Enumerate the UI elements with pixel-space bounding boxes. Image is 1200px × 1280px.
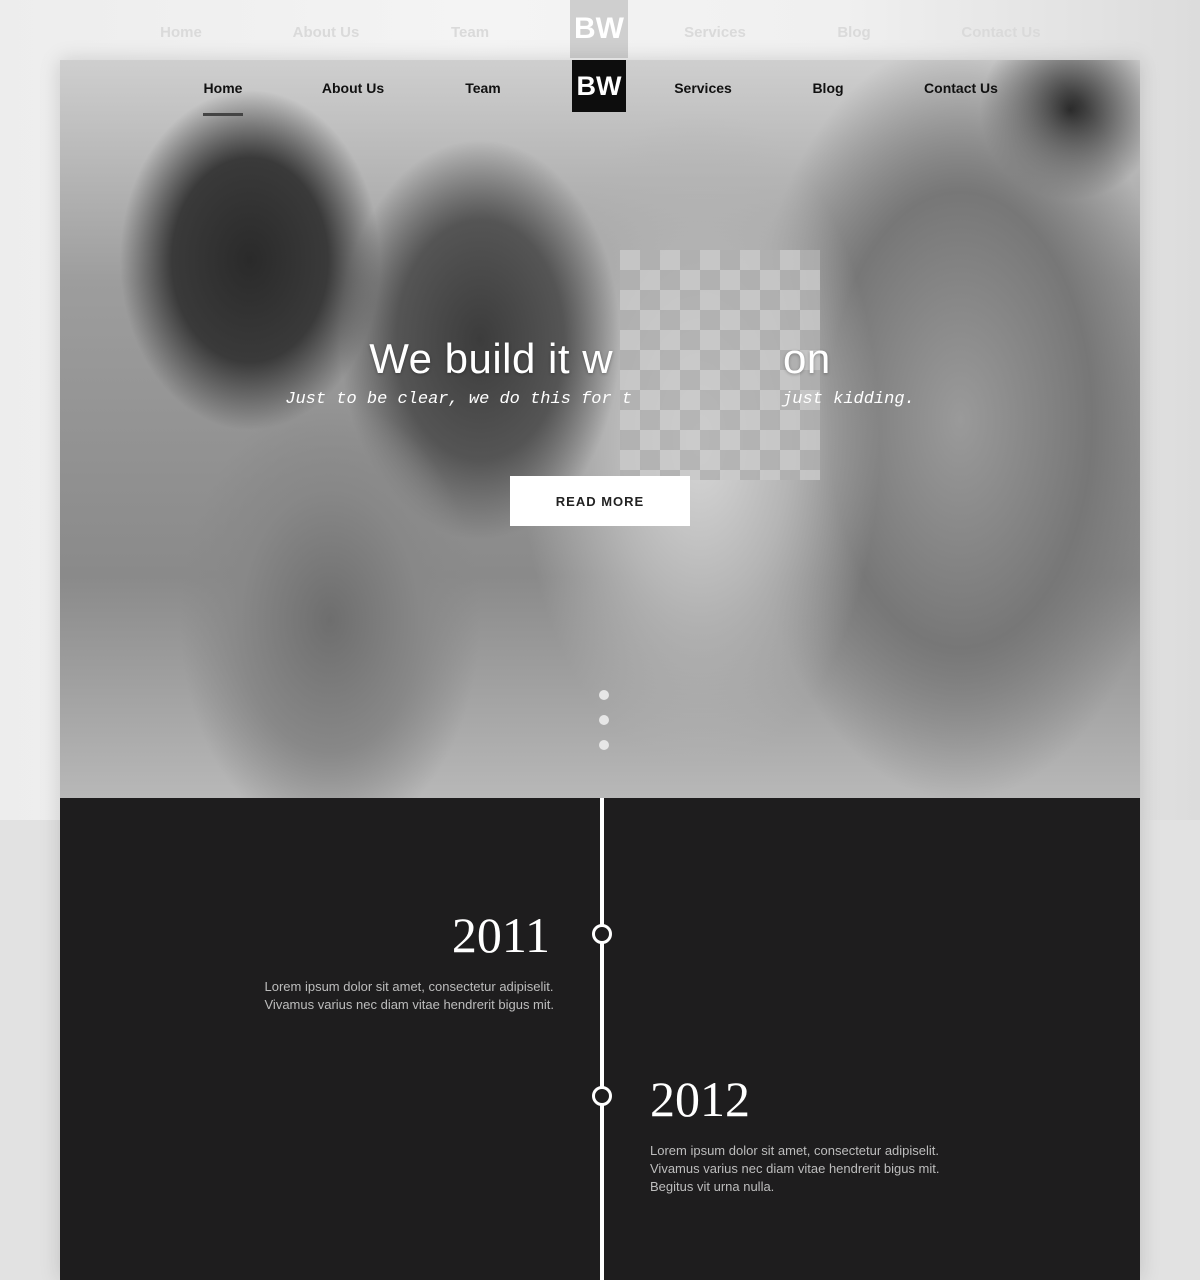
subtitle-start: Just to be clear, we do this for t (285, 390, 633, 409)
logo[interactable]: BW (572, 60, 626, 112)
ghost-logo: BW (570, 0, 628, 58)
slide-dot-1[interactable] (599, 690, 609, 700)
nav-services[interactable]: Services (674, 80, 732, 96)
timeline-section: 2011 Lorem ipsum dolor sit amet, consect… (60, 798, 1140, 1280)
ghost-nav-blog: Blog (837, 24, 871, 41)
hero-subtitle: Just to be clear, we do this for t just k… (60, 390, 1140, 409)
timeline-year: 2011 (451, 907, 550, 963)
nav-contact-us[interactable]: Contact Us (924, 80, 998, 96)
nav-home[interactable]: Home (204, 80, 243, 96)
ghost-nav-team: Team (450, 24, 490, 41)
timeline-year: 2012 (650, 1071, 750, 1127)
read-more-button[interactable]: READ MORE (510, 476, 690, 526)
ghost-nav-contact: Contact Us (961, 24, 1041, 41)
hero-headline: We build it w on (60, 335, 1140, 383)
desc-line: Lorem ipsum dolor sit amet, consectetur … (264, 979, 554, 994)
nav-team[interactable]: Team (465, 80, 501, 96)
timeline-node-2012 (592, 1086, 612, 1106)
headline-start: We build it w (369, 335, 614, 382)
headline-end: on (783, 335, 831, 382)
nav-about-us[interactable]: About Us (322, 80, 384, 96)
desc-line: Lorem ipsum dolor sit amet, consectetur … (650, 1143, 940, 1158)
slide-dot-2[interactable] (599, 715, 609, 725)
desc-line: Vivamus varius nec diam vitae hendrerit … (264, 997, 555, 1012)
desc-line: Begitus vit urna nulla. (650, 1179, 775, 1194)
hero-section: Home About Us Team BW Services Blog Cont… (60, 60, 1140, 798)
ghost-nav-services: Services (684, 24, 746, 41)
desc-line: Vivamus varius nec diam vitae hendrerit … (650, 1161, 940, 1176)
ghost-nav-home: Home (160, 24, 202, 41)
page-card: Home About Us Team BW Services Blog Cont… (60, 60, 1140, 1280)
ghost-navigation-reflection: Home About Us Team BW Services Blog Cont… (0, 0, 1200, 60)
timeline-node-2011 (592, 924, 612, 944)
nav-blog[interactable]: Blog (812, 80, 843, 96)
timeline-description: Lorem ipsum dolor sit amet, consectetur … (650, 1142, 940, 1196)
timeline-description: Lorem ipsum dolor sit amet, consectetur … (265, 978, 555, 1014)
active-indicator (203, 113, 243, 116)
timeline-line (600, 798, 604, 1280)
slide-dot-3[interactable] (599, 740, 609, 750)
ghost-nav-about: About Us (292, 24, 360, 41)
subtitle-end: just kidding. (782, 390, 915, 409)
